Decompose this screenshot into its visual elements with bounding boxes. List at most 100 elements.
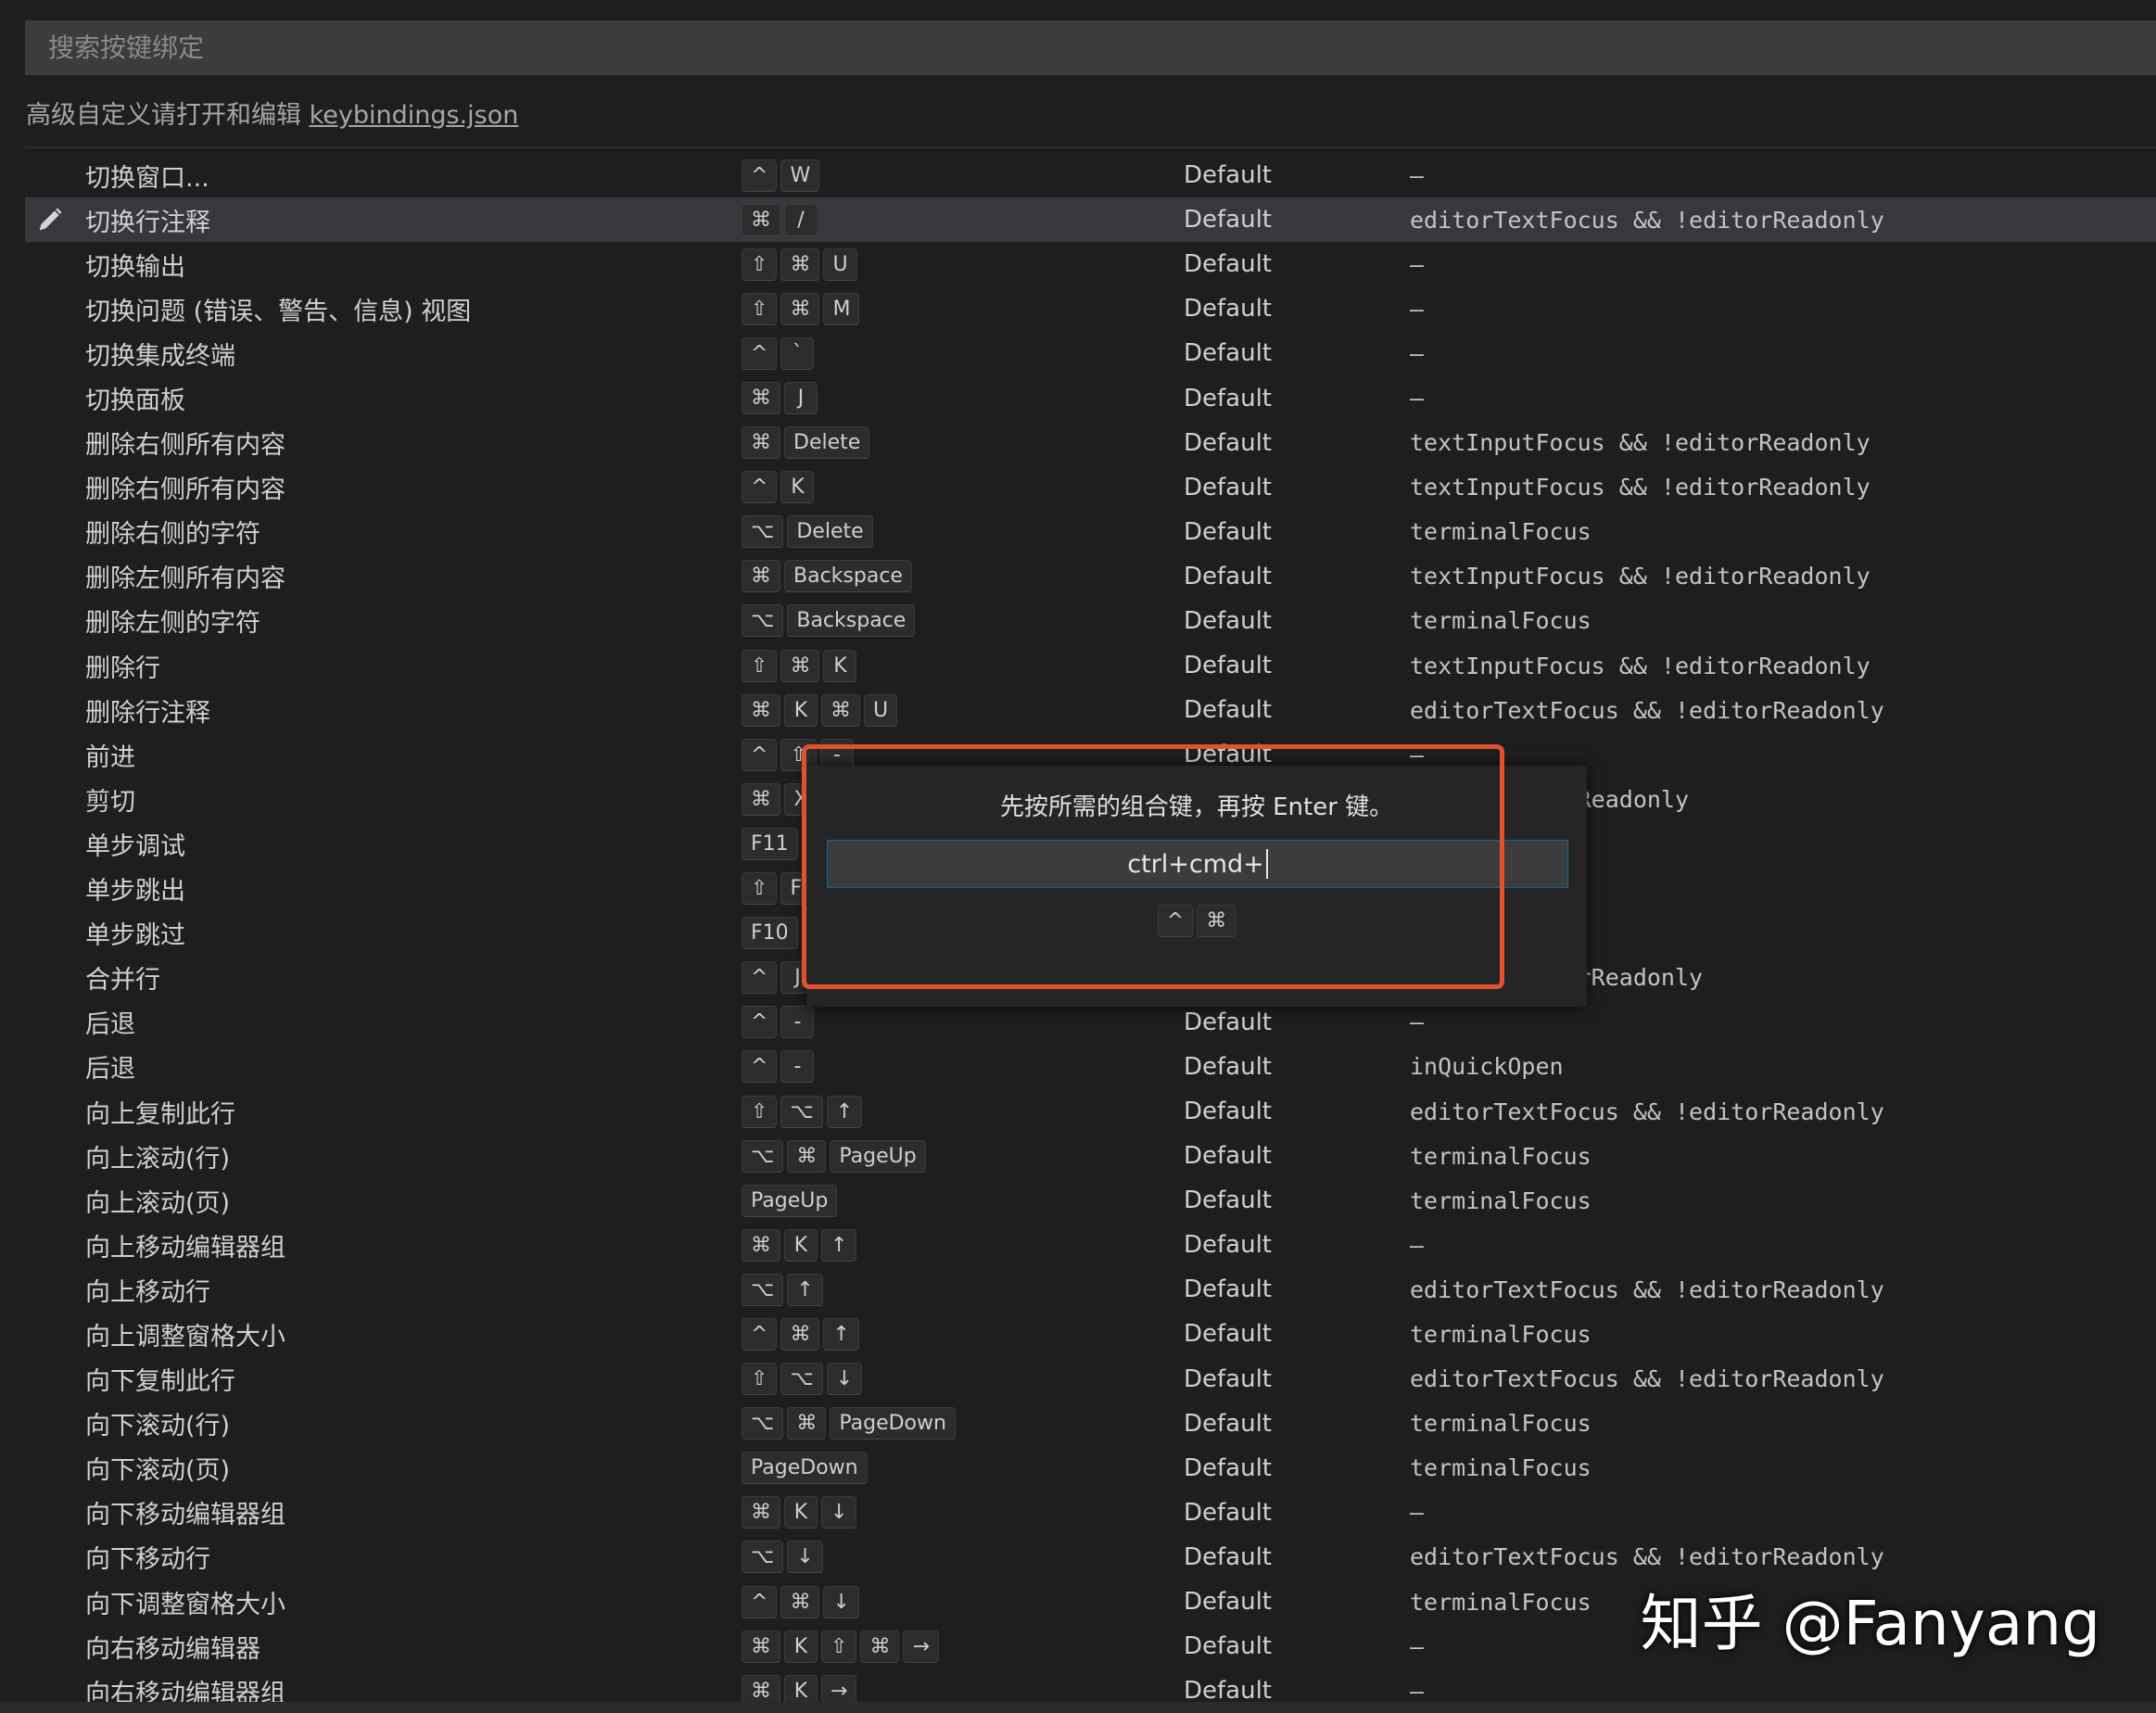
keybinding-keys: ⇧ ⌥ ↓ bbox=[742, 1363, 863, 1396]
key-cap: PageUp bbox=[742, 1184, 838, 1217]
table-row[interactable]: 向下移动编辑器组 ⌘ K ↓ Default — bbox=[25, 1491, 2156, 1535]
command-label: 切换集成终端 bbox=[85, 341, 235, 371]
search-input[interactable] bbox=[46, 19, 2156, 76]
table-row[interactable]: 切换问题 (错误、警告、信息) 视图 ⇧ ⌘ M Default — bbox=[25, 286, 2156, 331]
command-label: 单步跳出 bbox=[85, 877, 185, 907]
table-row[interactable]: 向上移动行 ⌥ ↑ Default editorTextFocus && !editor… bbox=[25, 1267, 2156, 1312]
key-cap: ⇧ bbox=[742, 872, 778, 906]
command-label: 向上移动行 bbox=[85, 1277, 210, 1307]
command-label: 向下移动编辑器组 bbox=[85, 1501, 285, 1530]
keybinding-keys: ⌘ / bbox=[742, 203, 818, 236]
pencil-icon[interactable] bbox=[34, 204, 66, 235]
command-label: 删除行 bbox=[85, 653, 160, 683]
when-clause: terminalFocus bbox=[1410, 1454, 1592, 1482]
highlight-annotation bbox=[802, 744, 1504, 989]
key-cap: ⇧ bbox=[742, 1363, 778, 1396]
command-label: 向上滚动(行) bbox=[85, 1144, 231, 1174]
when-clause: terminalFocus bbox=[1410, 1410, 1592, 1438]
command-label: 后退 bbox=[85, 1010, 135, 1040]
table-row[interactable]: 向上滚动(页) PageUp Default terminalFocus bbox=[25, 1178, 2156, 1223]
when-clause: editorTextFocus && !editorReadonly bbox=[1410, 1275, 1884, 1303]
keybinding-keys: ^ K bbox=[742, 471, 815, 504]
key-cap: ⌘ bbox=[742, 1496, 780, 1529]
table-row[interactable]: 向上滚动(行) ⌥ ⌘ PageUp Default terminalFocus bbox=[25, 1134, 2156, 1178]
key-cap: U bbox=[864, 693, 898, 727]
command-label: 向上滚动(页) bbox=[85, 1188, 231, 1218]
table-row[interactable]: 向下复制此行 ⇧ ⌥ ↓ Default editorTextFocus && !edit… bbox=[25, 1357, 2156, 1402]
table-row[interactable]: 向下移动行 ⌥ ↓ Default editorTextFocus && !editor… bbox=[25, 1535, 2156, 1580]
command-label: 向下移动行 bbox=[85, 1545, 210, 1575]
when-clause: editorTextFocus && !editorReadonly bbox=[1410, 1098, 1884, 1125]
source-label: Default bbox=[1184, 1453, 1272, 1482]
key-cap: ⌘ bbox=[742, 382, 780, 415]
table-row[interactable]: 向上调整窗格大小 ^ ⌘ ↑ Default terminalFocus bbox=[25, 1312, 2156, 1356]
table-row[interactable]: 切换集成终端 ^ ` Default — bbox=[25, 331, 2156, 375]
source-label: Default bbox=[1184, 606, 1272, 635]
command-label: 向下调整窗格大小 bbox=[85, 1590, 285, 1619]
table-row[interactable]: 删除左侧的字符 ⌥ Backspace Default terminalFocus bbox=[25, 599, 2156, 643]
key-cap: ⌘ bbox=[780, 247, 820, 281]
source-label: Default bbox=[1184, 696, 1272, 725]
table-row[interactable]: 切换输出 ⇧ ⌘ U Default — bbox=[25, 242, 2156, 286]
table-row[interactable]: 向上复制此行 ⇧ ⌥ ↑ Default editorTextFocus && !edit… bbox=[25, 1089, 2156, 1134]
keybinding-keys: ^ ` bbox=[742, 336, 815, 370]
table-row[interactable]: 切换行注释 ⌘ / Default editorTextFocus && !editor… bbox=[25, 197, 2156, 243]
table-row[interactable]: 删除左侧所有内容 ⌘ Backspace Default textInputFocus … bbox=[25, 554, 2156, 599]
key-cap: ⌘ bbox=[742, 203, 780, 236]
horizontal-scrollbar[interactable] bbox=[0, 1702, 2156, 1713]
key-cap: Delete bbox=[784, 426, 870, 460]
table-row[interactable]: 删除右侧所有内容 ⌘ Delete Default textInputFocus && … bbox=[25, 421, 2156, 465]
command-label: 删除右侧所有内容 bbox=[85, 476, 285, 505]
source-label: Default bbox=[1184, 1498, 1272, 1527]
source-label: Default bbox=[1184, 1588, 1272, 1617]
source-label: Default bbox=[1184, 250, 1272, 279]
when-clause: — bbox=[1410, 1632, 1425, 1660]
table-row[interactable]: 向下滚动(页) PageDown Default terminalFocus bbox=[25, 1446, 2156, 1491]
command-label: 删除右侧的字符 bbox=[85, 520, 260, 550]
key-cap: K bbox=[823, 649, 857, 682]
when-clause: editorTextFocus && !editorReadonly bbox=[1410, 1543, 1884, 1571]
key-cap: ⌘ bbox=[821, 693, 860, 727]
table-row[interactable]: 删除行 ⇧ ⌘ K Default textInputFocus && !editorRe… bbox=[25, 643, 2156, 688]
keybinding-keys: ⌘ Delete bbox=[742, 426, 870, 460]
command-label: 删除行注释 bbox=[85, 698, 210, 728]
key-cap: ⌘ bbox=[787, 1139, 827, 1173]
key-cap: ⌥ bbox=[780, 1363, 823, 1396]
table-row[interactable]: 删除右侧的字符 ⌥ Delete Default terminalFocus bbox=[25, 510, 2156, 554]
advanced-hint: 高级自定义请打开和编辑 keybindings.json bbox=[26, 95, 518, 131]
table-row[interactable]: 切换窗口... ^ W Default — bbox=[25, 153, 2156, 197]
key-cap: ^ bbox=[742, 159, 778, 192]
keybinding-keys: F10 bbox=[742, 917, 798, 950]
when-clause: editorTextFocus && !editorReadonly bbox=[1410, 696, 1884, 724]
key-cap: ⇧ bbox=[821, 1630, 857, 1663]
keybinding-keys: ⇧ ⌥ ↑ bbox=[742, 1095, 863, 1128]
source-label: Default bbox=[1184, 428, 1272, 457]
key-cap: ⌘ bbox=[780, 1317, 820, 1351]
when-clause: — bbox=[1410, 1499, 1425, 1527]
table-row[interactable]: 删除行注释 ⌘ K ⌘ U Default editorTextFocus && !edit… bbox=[25, 688, 2156, 732]
when-clause: — bbox=[1410, 295, 1425, 323]
key-cap: ^ bbox=[742, 1585, 778, 1618]
table-row[interactable]: 后退 ^ - Default inQuickOpen bbox=[25, 1045, 2156, 1089]
key-cap: ⌥ bbox=[742, 1273, 784, 1306]
key-cap: F10 bbox=[742, 917, 798, 950]
table-row[interactable]: 向上移动编辑器组 ⌘ K ↑ Default — bbox=[25, 1223, 2156, 1267]
key-cap: ⌘ bbox=[780, 292, 820, 325]
source-label: Default bbox=[1184, 1142, 1272, 1171]
keybinding-keys: ⌥ ↓ bbox=[742, 1541, 823, 1574]
when-clause: — bbox=[1410, 1677, 1425, 1705]
table-row[interactable]: 向下滚动(行) ⌥ ⌘ PageDown Default terminalFocus bbox=[25, 1402, 2156, 1446]
keybindings-json-link[interactable]: keybindings.json bbox=[310, 101, 519, 130]
key-cap: W bbox=[780, 159, 820, 192]
key-cap: ^ bbox=[742, 471, 778, 504]
key-cap: ^ bbox=[742, 738, 778, 771]
command-label: 向下复制此行 bbox=[85, 1367, 235, 1397]
key-cap: ⌘ bbox=[780, 1585, 820, 1618]
key-cap: ^ bbox=[742, 1317, 778, 1351]
key-cap: ↓ bbox=[787, 1541, 823, 1574]
table-row[interactable]: 删除右侧所有内容 ^ K Default textInputFocus && !edit… bbox=[25, 465, 2156, 510]
key-cap: ^ bbox=[742, 1006, 778, 1039]
table-row[interactable]: 切换面板 ⌘ J Default — bbox=[25, 375, 2156, 420]
command-label: 删除右侧所有内容 bbox=[85, 431, 285, 461]
source-label: Default bbox=[1184, 206, 1272, 235]
